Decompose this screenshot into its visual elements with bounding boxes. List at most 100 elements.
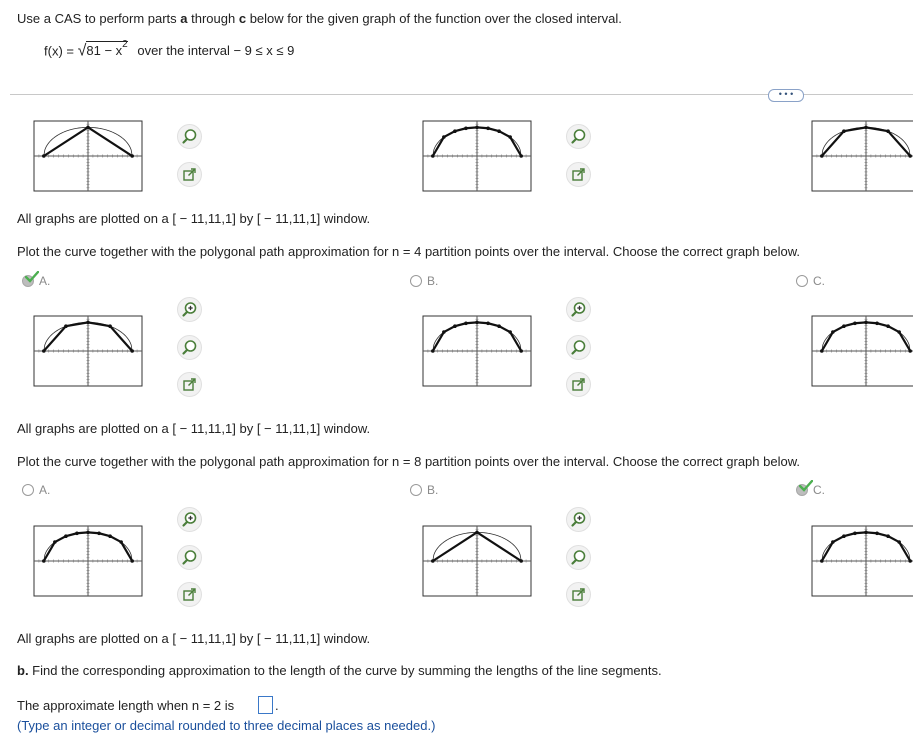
zoom-in-icon[interactable] [566,507,591,532]
radicand-text: 81 − x [86,43,123,59]
partition-point [820,154,824,158]
question-n4: Plot the curve together with the polygon… [17,244,800,259]
zoom-out-icon[interactable] [566,545,591,570]
partition-point [42,154,46,158]
partition-point [908,349,912,353]
partition-point [475,125,479,130]
graph-svg [811,315,913,387]
partition-point [864,125,868,130]
interval-text: over the interval − 9 ≤ x ≤ 9 [137,43,295,59]
zoom-in-icon[interactable] [177,507,202,532]
problem-intro: Use a CAS to perform parts a through c b… [17,11,622,26]
external-link-icon[interactable] [177,372,202,397]
answer-suffix: . [275,698,279,713]
intro-text: Use a CAS to perform parts [17,11,181,26]
zoom-out-icon[interactable] [177,545,202,570]
partition-point [130,349,134,353]
partition-point [453,324,457,329]
partition-point [64,534,68,539]
zoom-out-icon[interactable] [177,335,202,360]
zoom-out-icon[interactable] [566,335,591,360]
check-icon [25,271,39,283]
graph-svg [33,525,143,597]
function-graph [422,120,532,192]
option-label-a[interactable]: A. [39,483,50,497]
partition-point [497,129,501,134]
partition-point [431,559,435,563]
check-icon [799,480,813,492]
answer-prompt: The approximate length when n = 2 is [17,698,234,713]
partition-point [86,320,90,325]
window-note-2: All graphs are plotted on a [ − 11,11,1]… [17,421,371,436]
answer-input[interactable] [258,696,273,714]
option-radio-b[interactable] [410,275,422,287]
graph-svg [33,315,143,387]
option-label-c[interactable]: C. [813,274,825,288]
zoom-out-icon[interactable] [566,124,591,149]
partition-point [864,530,868,535]
option-radio-c[interactable] [796,275,808,287]
option-label-b[interactable]: B. [427,274,438,288]
external-link-icon[interactable] [566,582,591,607]
zoom-in-icon[interactable] [566,297,591,322]
partition-point [464,321,468,326]
function-graph [811,525,913,597]
partition-point [497,324,501,329]
partition-point [908,559,912,563]
part-b-text: Find the corresponding approximation to … [28,663,662,678]
part-c-label: c [238,11,247,26]
partition-point [108,324,112,329]
partition-point [64,324,68,329]
partition-point [519,154,523,158]
partition-point [119,540,123,544]
partition-point [842,324,846,329]
partition-point [431,349,435,353]
partition-point [853,321,857,326]
partition-point [519,559,523,563]
answer-prefix: The approximate length when n = 2 is [17,698,235,713]
partition-point [886,324,890,329]
external-link-icon[interactable] [566,372,591,397]
graph-svg [33,120,143,192]
partition-point [53,540,57,544]
partition-point [519,349,523,353]
external-link-icon[interactable] [566,162,591,187]
partition-point [42,559,46,563]
function-lhs: f(x) = [44,43,78,59]
graph-svg [811,525,913,597]
partition-point [42,349,46,353]
window-note-3: All graphs are plotted on a [ − 11,11,1]… [17,631,371,646]
graph-svg [422,315,532,387]
option-label-c[interactable]: C. [813,483,825,497]
graph-svg [422,120,532,192]
partition-point [464,126,468,131]
partition-point [508,135,512,139]
option-label-b[interactable]: B. [427,483,438,497]
partition-point [486,126,490,131]
partition-point [886,534,890,539]
intro-text: through [187,11,239,26]
function-graph [33,315,143,387]
partition-point [875,531,879,536]
graph-svg [422,525,532,597]
question-n8: Plot the curve together with the polygon… [17,454,800,469]
partition-point [897,540,901,544]
option-label-a[interactable]: A. [39,274,50,288]
more-button[interactable]: • • • [768,89,804,102]
zoom-in-icon[interactable] [177,297,202,322]
partition-point [842,129,846,134]
function-graph [811,120,913,192]
partition-point [508,330,512,334]
partition-point [831,540,835,544]
partition-point [820,559,824,563]
partition-point [831,330,835,334]
option-radio-a[interactable] [22,484,34,496]
partition-point [842,534,846,539]
external-link-icon[interactable] [177,162,202,187]
partition-point [108,534,112,539]
window-note-1: All graphs are plotted on a [ − 11,11,1]… [17,211,371,226]
external-link-icon[interactable] [177,582,202,607]
option-radio-b[interactable] [410,484,422,496]
zoom-out-icon[interactable] [177,124,202,149]
part-a-label: a [180,11,188,26]
